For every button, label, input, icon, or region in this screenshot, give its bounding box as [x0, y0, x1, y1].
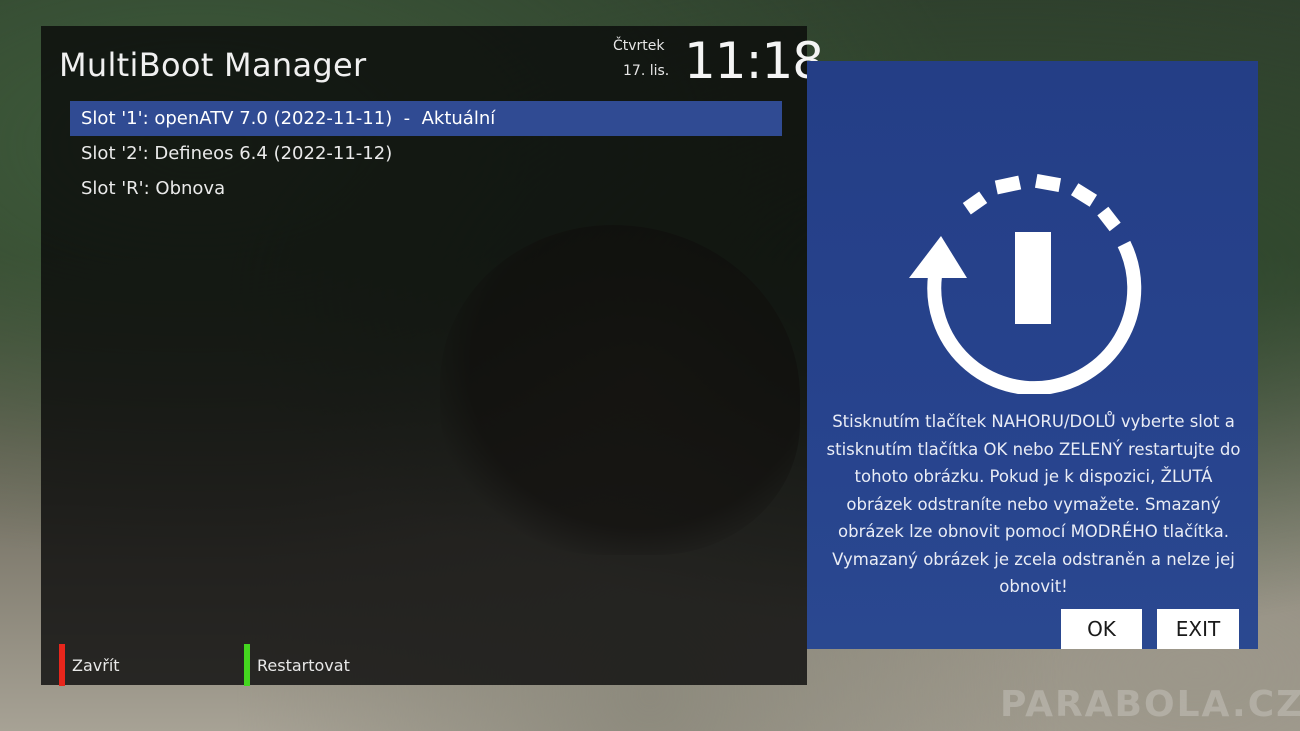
watermark-logo: PARABOLA.CZ [1000, 684, 1300, 725]
multiboot-panel: MultiBoot Manager Čtvrtek 17. lis. 11:18… [41, 26, 824, 686]
exit-button[interactable]: EXIT [1157, 609, 1239, 649]
ok-button[interactable]: OK [1061, 609, 1142, 649]
slot-item-2[interactable]: Slot '2': Defineos 6.4 (2022-11-12) [70, 136, 782, 171]
date-day: 17. lis. [623, 63, 670, 79]
green-key-restart[interactable]: Restartovat [244, 644, 350, 686]
help-text: Stisknutím tlačítek NAHORU/DOLŮ vyberte … [826, 412, 1241, 596]
date-weekday: Čtvrtek [613, 38, 665, 54]
page-title: MultiBoot Manager [59, 46, 367, 84]
slot-list: Slot '1': openATV 7.0 (2022-11-11) - Akt… [70, 101, 782, 206]
restart-power-icon [909, 174, 1142, 394]
info-panel: Stisknutím tlačítek NAHORU/DOLŮ vyberte … [807, 61, 1258, 649]
slot-item-r[interactable]: Slot 'R': Obnova [70, 171, 782, 206]
green-key-indicator [244, 644, 250, 686]
red-key-close[interactable]: Zavřít [59, 644, 120, 686]
slot-item-1[interactable]: Slot '1': openATV 7.0 (2022-11-11) - Akt… [70, 101, 782, 136]
clock: 11:18 [684, 32, 824, 90]
green-key-label: Restartovat [257, 655, 350, 675]
red-key-indicator [59, 644, 65, 686]
red-key-label: Zavřít [72, 655, 120, 675]
